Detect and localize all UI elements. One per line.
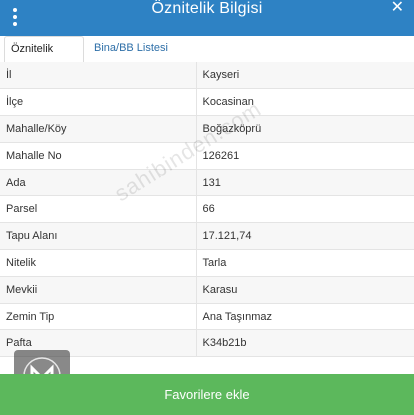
attribute-value: 131 bbox=[196, 169, 414, 197]
attribute-value: K34b21b bbox=[196, 329, 414, 358]
table-row: Zemin Tip Ana Taşınmaz bbox=[0, 303, 414, 331]
attribute-key: Nitelik bbox=[0, 249, 197, 277]
attribute-key: Zemin Tip bbox=[0, 303, 197, 331]
table-row: Parsel 66 bbox=[0, 195, 414, 224]
table-row: Mevkii Karasu bbox=[0, 276, 414, 304]
attribute-value: Tarla bbox=[196, 249, 414, 277]
page-title: Öznitelik Bilgisi bbox=[151, 0, 263, 17]
attribute-table: İl Kayseri İlçe Kocasinan Mahalle/Köy Bo… bbox=[0, 62, 414, 358]
tab-attribute-info[interactable]: Öznitelik Bilgisi bbox=[4, 36, 84, 79]
attribute-key: İlçe bbox=[0, 88, 197, 117]
add-to-favorites-button[interactable]: Favorilere ekle bbox=[0, 374, 414, 415]
attribute-key: Mahalle/Köy bbox=[0, 115, 197, 143]
close-icon[interactable]: ✕ bbox=[391, 0, 404, 16]
attribute-value: 17.121,74 bbox=[196, 222, 414, 251]
table-row: İlçe Kocasinan bbox=[0, 88, 414, 117]
attribute-value: 126261 bbox=[196, 142, 414, 170]
attribute-key: Mevkii bbox=[0, 276, 197, 304]
attribute-value: Karasu bbox=[196, 276, 414, 304]
app-header: Öznitelik Bilgisi ✕ bbox=[0, 0, 414, 36]
attribute-key: İl bbox=[0, 62, 197, 90]
attribute-value: Ana Taşınmaz bbox=[196, 303, 414, 331]
tab-building-list[interactable]: Bina/BB Listesi bbox=[88, 36, 174, 62]
attribute-value: 66 bbox=[196, 195, 414, 224]
table-row: Ada 131 bbox=[0, 169, 414, 197]
attribute-key: Parsel bbox=[0, 195, 197, 224]
table-row: İl Kayseri bbox=[0, 62, 414, 90]
table-row: Tapu Alanı 17.121,74 bbox=[0, 222, 414, 251]
table-row: Nitelik Tarla bbox=[0, 249, 414, 277]
attribute-key: Tapu Alanı bbox=[0, 222, 197, 251]
tab-bar: Öznitelik Bilgisi Bina/BB Listesi bbox=[0, 36, 414, 79]
